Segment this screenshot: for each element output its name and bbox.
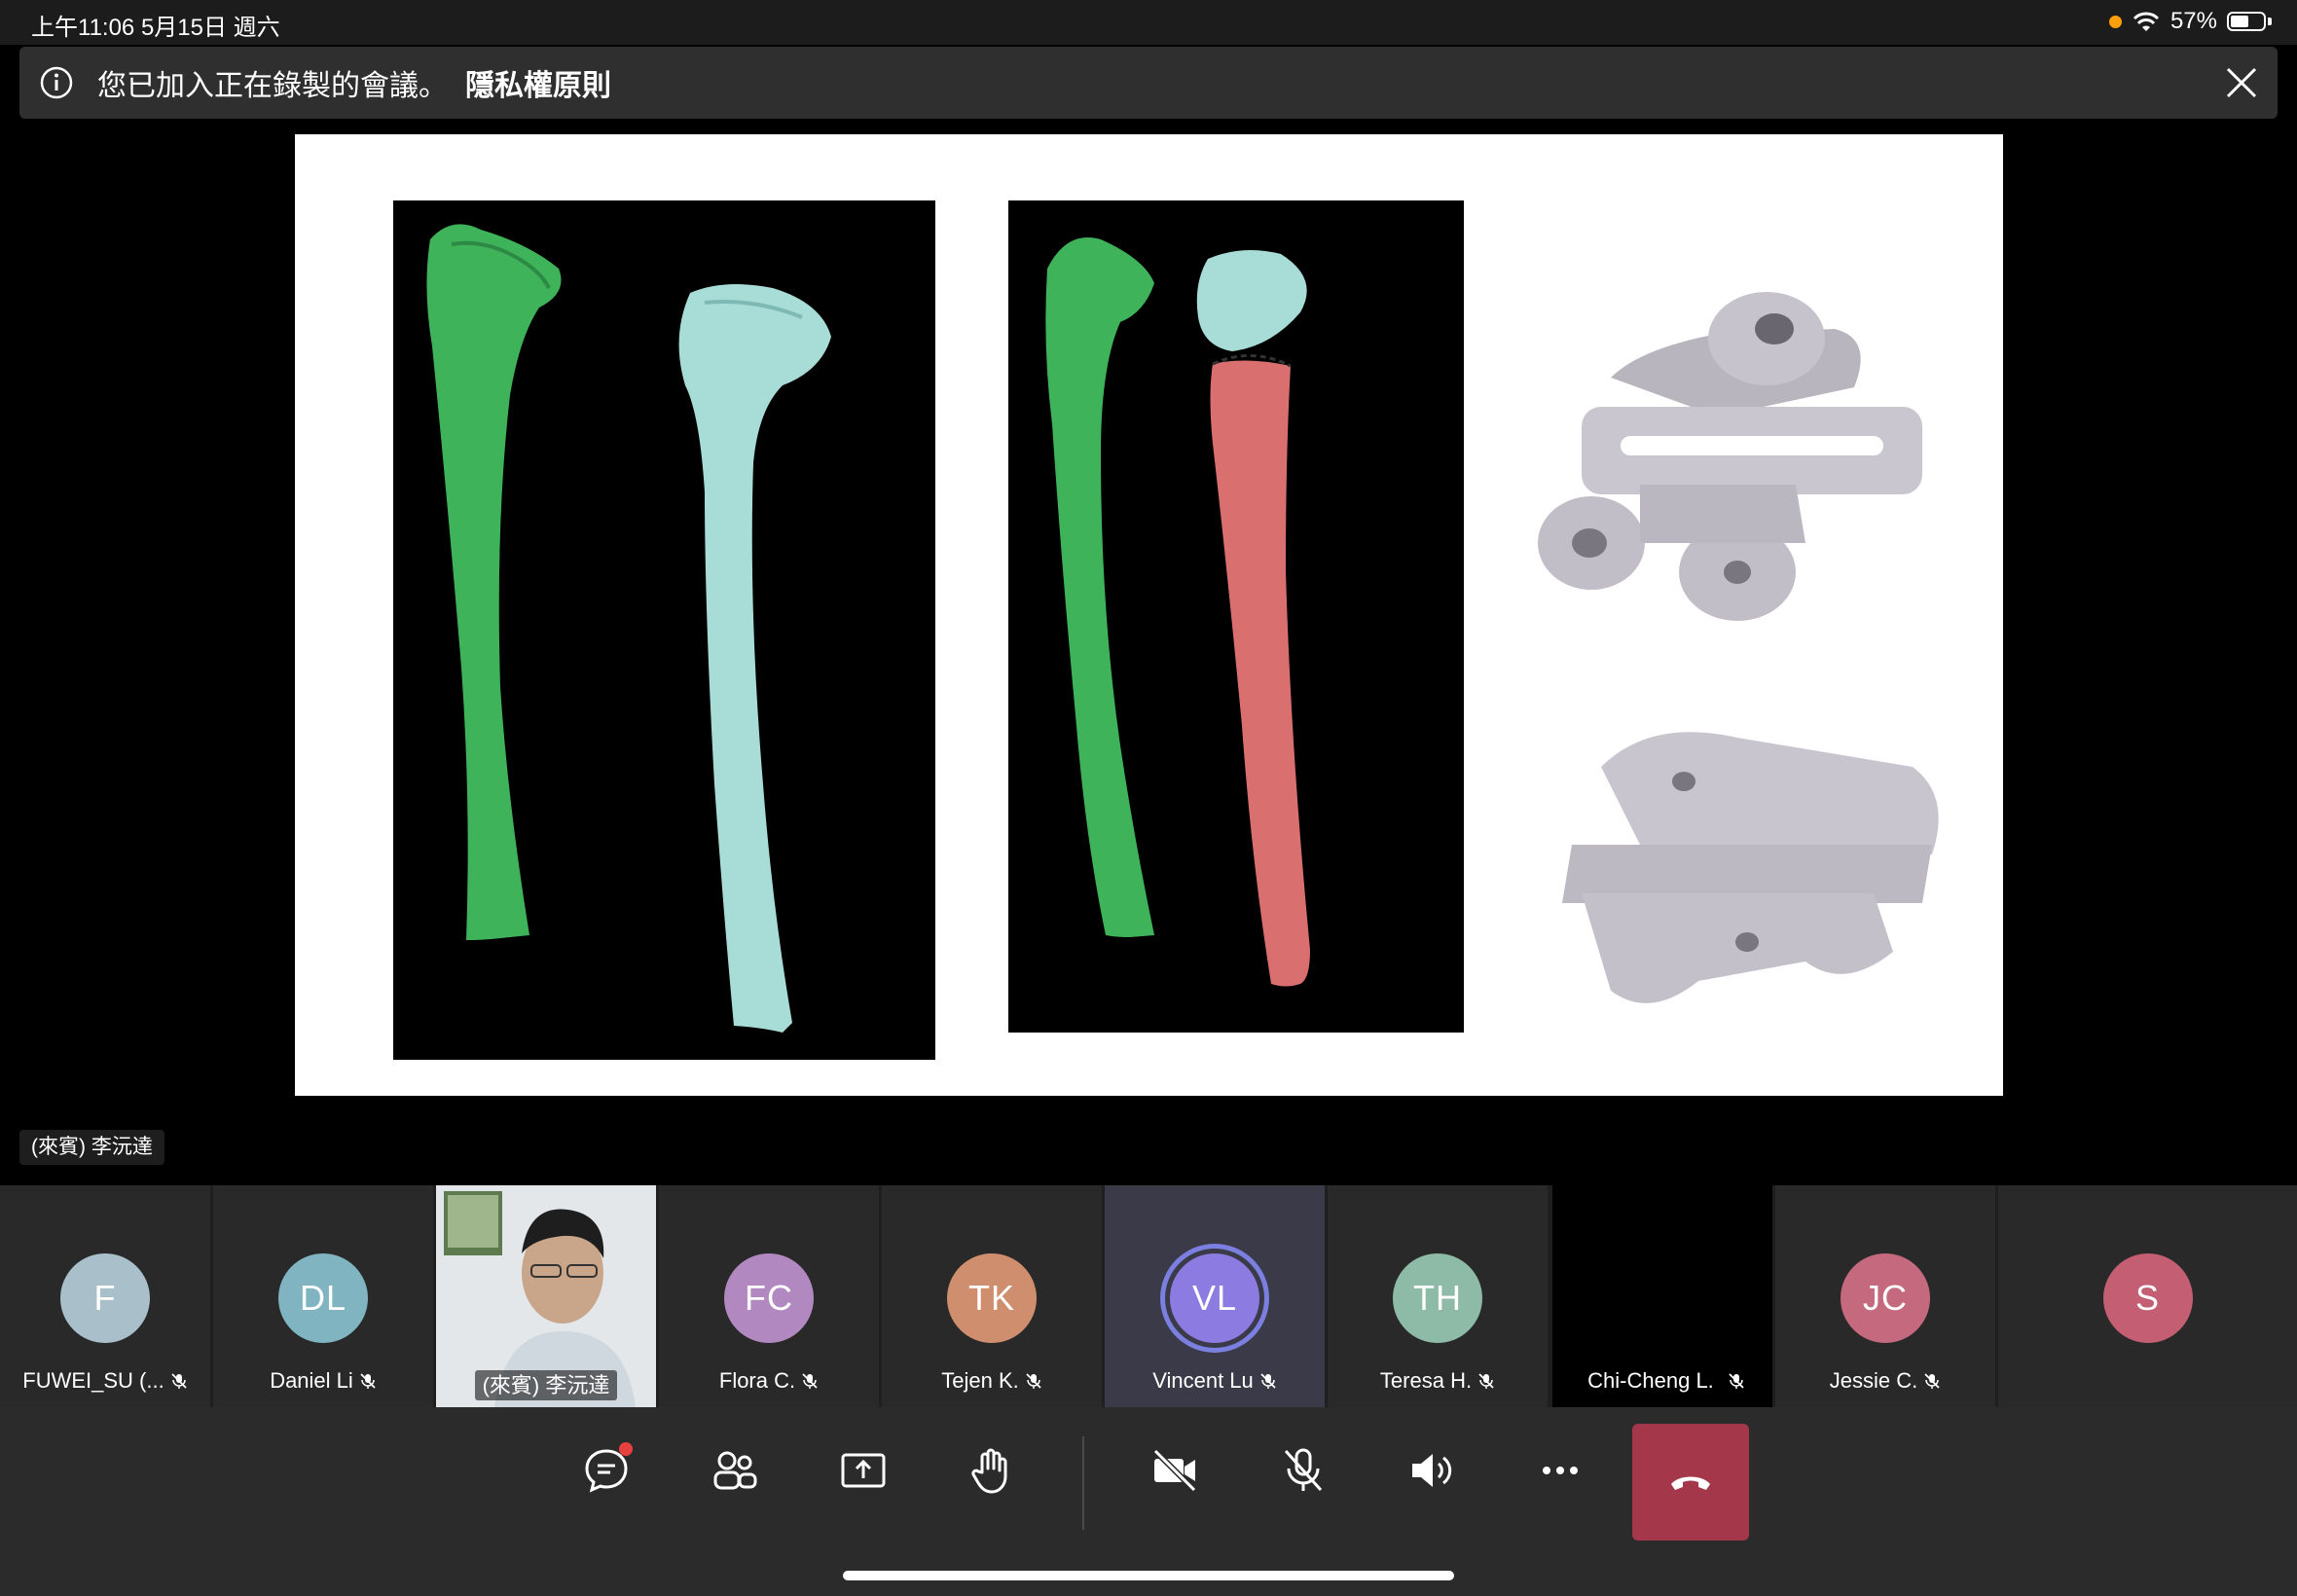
banner-message: 您已加入正在錄製的會議。 (97, 70, 448, 102)
share-icon (841, 1453, 886, 1488)
wifi-icon (2133, 12, 2160, 31)
participant-name: Teresa H. (1328, 1368, 1548, 1394)
participant-tile[interactable]: Chi-Cheng L. (1552, 1185, 1772, 1407)
share-button[interactable] (820, 1427, 907, 1514)
more-icon (1543, 1467, 1578, 1474)
recording-banner: 您已加入正在錄製的會議。 隱私權原則 (19, 47, 2278, 119)
mic-off-icon (1924, 1373, 1940, 1389)
participant-name: Jessie C. (1775, 1368, 1995, 1394)
mic-off-icon (1478, 1373, 1494, 1389)
unread-badge (619, 1442, 633, 1456)
participant-name: Flora C. (659, 1368, 879, 1394)
status-time-date: 上午11:06 5月15日 週六 (31, 15, 280, 41)
bone-model-panel-right (1008, 200, 1464, 1033)
avatar: TK (947, 1253, 1037, 1343)
participant-tile[interactable]: TK Tejen K. (882, 1185, 1102, 1407)
avatar: F (60, 1253, 150, 1343)
participant-name: Vincent Lu (1105, 1368, 1325, 1394)
participant-tile[interactable]: DL Daniel Li (213, 1185, 433, 1407)
participant-name: FUWEI_SU (... (0, 1368, 210, 1394)
status-indicators: 57% (2108, 8, 2272, 35)
bone-osteotomy-image (1045, 237, 1310, 987)
participant-name: Tejen K. (882, 1368, 1102, 1394)
raise-hand-button[interactable] (948, 1427, 1036, 1514)
participant-tile-speaking[interactable]: VL Vincent Lu (1105, 1185, 1325, 1407)
recording-dot-icon (2108, 15, 2122, 28)
info-icon (40, 66, 73, 99)
bone-models-image (426, 224, 831, 1033)
avatar: FC (724, 1253, 814, 1343)
meeting-toolbar (0, 1407, 2297, 1596)
mic-off-icon (1729, 1373, 1744, 1389)
bone-model-panel-left (393, 200, 935, 1060)
mic-off-icon (1284, 1448, 1323, 1492)
avatar: VL (1170, 1253, 1259, 1343)
participant-name: Chi-Cheng L. (1552, 1365, 1772, 1396)
speaker-button[interactable] (1388, 1427, 1476, 1514)
status-bar: 上午11:06 5月15日 週六 57% (0, 0, 2297, 45)
guide-top-image (1538, 292, 1922, 621)
people-icon (713, 1451, 757, 1490)
raise-hand-icon (971, 1448, 1007, 1494)
mic-off-icon (1026, 1373, 1041, 1389)
battery-icon (2227, 12, 2266, 31)
participant-tile[interactable]: FC Flora C. (659, 1185, 879, 1407)
avatar: TH (1393, 1253, 1482, 1343)
surgical-guide-model-top (1504, 222, 1961, 650)
active-speaker-label: (來賓) 李沅達 (19, 1130, 164, 1165)
hangup-icon (1671, 1476, 1710, 1490)
close-icon[interactable] (2223, 64, 2260, 101)
participant-strip: F FUWEI_SU (... DL Daniel Li (來賓) 李沅達 FC… (0, 1185, 2297, 1407)
participants-button[interactable] (691, 1427, 779, 1514)
mute-button[interactable] (1259, 1427, 1347, 1514)
hangup-button[interactable] (1632, 1424, 1749, 1541)
surgical-guide-model-bottom (1504, 699, 1961, 1088)
participant-tile[interactable]: S (1998, 1185, 2297, 1407)
mic-off-icon (802, 1373, 818, 1389)
more-button[interactable] (1516, 1427, 1604, 1514)
participant-tile[interactable]: F FUWEI_SU (... (0, 1185, 210, 1407)
mic-off-icon (1260, 1373, 1276, 1389)
toolbar-divider (1082, 1436, 1084, 1530)
avatar: DL (278, 1253, 368, 1343)
privacy-policy-link[interactable]: 隱私權原則 (465, 61, 611, 104)
participant-name: (來賓) 李沅達 (436, 1368, 656, 1400)
participant-video-tile[interactable]: (來賓) 李沅達 (436, 1185, 656, 1407)
camera-off-icon (1152, 1448, 1197, 1493)
participant-tile[interactable]: JC Jessie C. (1775, 1185, 1995, 1407)
mic-off-icon (360, 1373, 376, 1389)
avatar: JC (1841, 1253, 1930, 1343)
avatar: S (2102, 1253, 2193, 1343)
mic-off-icon (171, 1373, 187, 1389)
home-indicator[interactable] (843, 1571, 1454, 1580)
participant-tile[interactable]: TH Teresa H. (1328, 1185, 1548, 1407)
shared-slide (295, 134, 2003, 1096)
battery-percent: 57% (2169, 8, 2217, 34)
guide-bottom-image (1562, 732, 1939, 1003)
participant-name: Daniel Li (213, 1368, 433, 1394)
camera-toggle-button[interactable] (1131, 1427, 1219, 1514)
speaker-icon (1412, 1454, 1452, 1487)
chat-button[interactable] (563, 1427, 650, 1514)
